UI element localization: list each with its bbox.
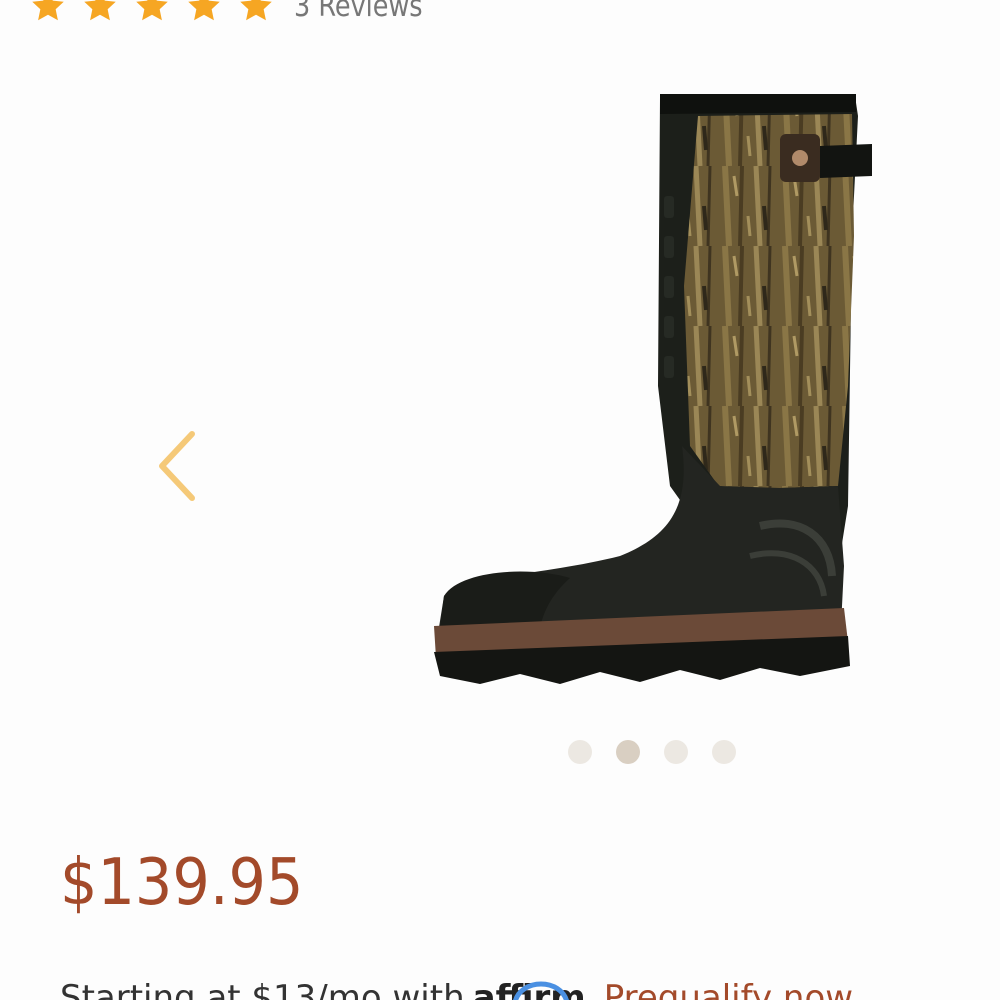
affirm-logo: affirm <box>473 978 586 1000</box>
product-price: $139.95 <box>60 846 304 920</box>
carousel-dot[interactable] <box>568 740 592 764</box>
carousel-dot[interactable] <box>664 740 688 764</box>
carousel-dot[interactable] <box>712 740 736 764</box>
star-icon <box>134 0 170 24</box>
rating-row[interactable]: 3 Reviews <box>30 0 445 26</box>
affirm-arc-icon <box>511 974 571 1000</box>
star-icon <box>238 0 274 24</box>
carousel-dot-active[interactable] <box>616 740 640 764</box>
star-icon <box>30 0 66 24</box>
star-icon <box>82 0 118 24</box>
chevron-left-icon[interactable] <box>152 428 204 504</box>
star-icon <box>186 0 222 24</box>
financing-text: Starting at $13/mo with <box>60 978 465 1000</box>
reviews-link[interactable]: 3 Reviews <box>294 0 423 24</box>
financing-row: Starting at $13/mo with affirm Prequalif… <box>60 978 853 1000</box>
prequalify-link[interactable]: Prequalify now <box>604 978 853 1000</box>
product-image-carousel[interactable] <box>0 60 1000 780</box>
product-page: 3 Reviews $139.95 Starting at $13/mo wit… <box>0 0 1000 1000</box>
product-image[interactable] <box>420 86 890 686</box>
carousel-dots <box>568 740 736 764</box>
